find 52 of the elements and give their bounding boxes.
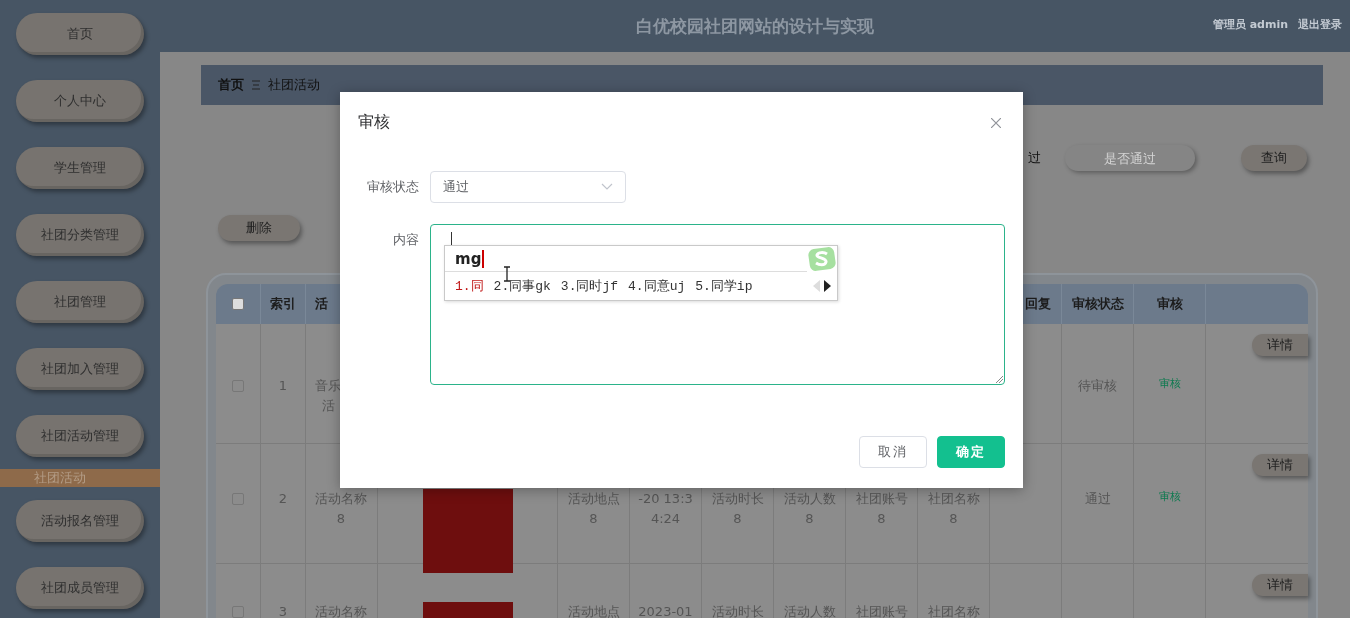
cancel-button[interactable]: 取消 bbox=[859, 436, 927, 468]
close-icon[interactable] bbox=[991, 117, 1001, 128]
search-button[interactable]: 查询 bbox=[1241, 145, 1307, 171]
column-header: 审核状态 bbox=[1071, 295, 1124, 313]
detail-button[interactable]: 详情 bbox=[1252, 334, 1308, 356]
column-header: 索引 bbox=[270, 295, 296, 313]
sidebar-item[interactable]: 个人中心 bbox=[16, 79, 144, 122]
mouse-cursor-icon bbox=[503, 266, 511, 282]
breadcrumb-item[interactable]: 社团活动 bbox=[268, 76, 320, 94]
delete-button[interactable]: 删除 bbox=[218, 215, 300, 241]
ime-candidate[interactable]: 5.同学ip bbox=[695, 277, 753, 295]
sidebar-item[interactable]: 社团活动管理 bbox=[16, 414, 144, 457]
select-all-checkbox[interactable] bbox=[232, 298, 244, 310]
sidebar-item[interactable]: 活动报名管理 bbox=[16, 499, 144, 542]
sidebar-item[interactable]: 社团加入管理 bbox=[16, 347, 144, 390]
field-label: 审核状态 bbox=[366, 178, 419, 196]
sidebar-item[interactable]: 社团成员管理 bbox=[16, 566, 144, 609]
ime-candidate[interactable]: 3.同时jf bbox=[560, 277, 619, 295]
chevron-down-icon bbox=[601, 183, 613, 191]
column-header: 审核 bbox=[1156, 295, 1183, 313]
s-logo-icon bbox=[807, 246, 837, 272]
dialog-title: 审核 bbox=[358, 112, 390, 133]
sidebar-item[interactable]: 学生管理 bbox=[16, 146, 144, 189]
confirm-button[interactable]: 确定 bbox=[937, 436, 1005, 468]
review-link[interactable]: 审核 bbox=[1158, 376, 1181, 391]
separator-icon bbox=[252, 80, 260, 90]
select-value: 通过 bbox=[443, 178, 469, 196]
review-link[interactable]: 审核 bbox=[1158, 489, 1181, 504]
logout-link[interactable]: 退出登录 bbox=[1298, 17, 1342, 33]
text-cursor-icon bbox=[451, 232, 452, 246]
search-field[interactable]: 是否通过 bbox=[1065, 145, 1195, 171]
next-page-icon[interactable] bbox=[824, 280, 831, 292]
detail-button[interactable]: 详情 bbox=[1252, 574, 1308, 596]
content-field[interactable]: mg 1.同 2.同事gk 3.同时jf 4.同意uj 5.同学ip bbox=[430, 224, 1005, 385]
column-header: 回复 bbox=[1025, 295, 1051, 313]
user-label: 管理员 admin bbox=[1212, 17, 1288, 33]
sidebar-item[interactable]: 社团活动 bbox=[0, 469, 160, 487]
search-label: 过 bbox=[1028, 149, 1041, 167]
breadcrumb-item[interactable]: 首页 bbox=[218, 76, 244, 94]
column-header: 活 bbox=[315, 295, 328, 313]
site-title: 白优校园社团网站的设计与实现 bbox=[636, 14, 874, 38]
status-select[interactable]: 通过 bbox=[430, 171, 626, 203]
ime-candidate[interactable]: 4.同意uj bbox=[628, 277, 686, 295]
sidebar-item[interactable]: 社团分类管理 bbox=[16, 213, 144, 256]
resize-handle-icon[interactable] bbox=[995, 375, 1003, 383]
detail-button[interactable]: 详情 bbox=[1252, 454, 1308, 476]
sidebar-item[interactable]: 社团管理 bbox=[16, 280, 144, 323]
ime-candidate[interactable]: 2.同事gk bbox=[493, 277, 551, 295]
field-label: 内容 bbox=[392, 231, 419, 249]
sidebar-item[interactable]: 首页 bbox=[16, 12, 144, 55]
ime-candidate[interactable]: 1.同 bbox=[455, 277, 484, 295]
ime-composition: mg bbox=[455, 249, 485, 268]
